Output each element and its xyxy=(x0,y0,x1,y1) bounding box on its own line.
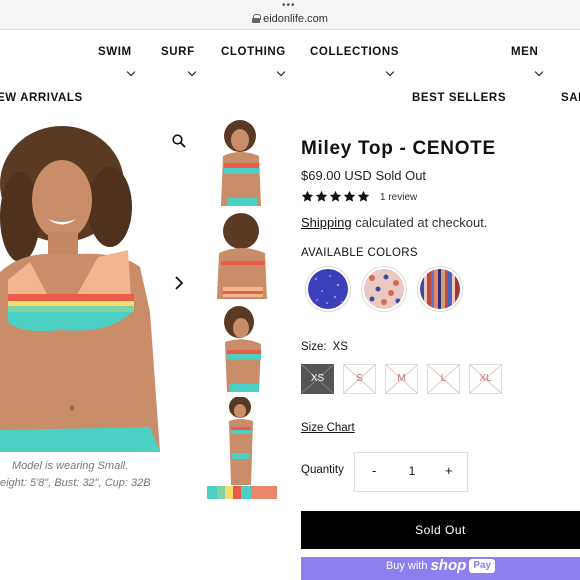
thumbnail-2[interactable] xyxy=(207,211,277,299)
swatch-image xyxy=(420,269,460,309)
size-option-label: L xyxy=(440,373,447,384)
nav-item-new-arrivals[interactable]: EW ARRIVALS xyxy=(0,92,83,104)
shipping-link[interactable]: Shipping xyxy=(301,215,352,230)
shop-pay-button[interactable]: Buy with shop Pay xyxy=(301,557,580,580)
shop-pay-badge: Pay xyxy=(469,558,496,573)
size-option-label: XL xyxy=(479,373,492,384)
product-price: $69.00 USD xyxy=(301,168,372,183)
model-caption-line2: eight: 5'8", Bust: 32", Cup: 32B xyxy=(0,477,151,489)
nav-item-clothing[interactable]: CLOTHING xyxy=(221,46,286,58)
size-chart-link[interactable]: Size Chart xyxy=(301,422,355,434)
star-icon xyxy=(329,190,342,202)
nav-item-best-sellers[interactable]: BEST SELLERS xyxy=(412,92,506,104)
thumbnail-3[interactable] xyxy=(207,304,277,392)
thumbnail-image xyxy=(207,486,277,499)
thumbnail-image xyxy=(207,118,277,206)
available-colors-label: AVAILABLE COLORS xyxy=(301,247,418,259)
more-dots-icon[interactable]: ••• xyxy=(282,1,296,11)
main-product-image[interactable] xyxy=(0,122,162,452)
shop-pay-logo: shop xyxy=(430,557,467,575)
rating-stars[interactable] xyxy=(301,190,370,206)
model-caption-line1: Model is wearing Small. xyxy=(12,460,129,472)
star-icon xyxy=(343,190,356,202)
thumbnail-image xyxy=(207,397,277,485)
quantity-stepper: - 1 + xyxy=(354,452,468,492)
shipping-note: Shipping calculated at checkout. xyxy=(301,215,487,230)
chevron-down-icon[interactable] xyxy=(187,67,197,77)
size-option-m[interactable]: M xyxy=(385,364,418,394)
size-option-s[interactable]: S xyxy=(343,364,376,394)
size-label: Size: XS xyxy=(301,341,348,353)
star-icon xyxy=(301,190,314,202)
color-swatch-blue[interactable] xyxy=(305,266,351,312)
color-swatch-stripe[interactable] xyxy=(417,266,463,312)
thumbnail-image xyxy=(207,211,277,299)
chevron-down-icon[interactable] xyxy=(534,67,544,77)
model-photo xyxy=(0,122,162,452)
sold-out-button[interactable]: Sold Out xyxy=(301,511,580,549)
product-title: Miley Top - CENOTE xyxy=(301,138,496,159)
size-option-xl[interactable]: XL xyxy=(469,364,502,394)
chevron-down-icon[interactable] xyxy=(276,67,286,77)
nav-item-men[interactable]: MEN xyxy=(511,46,538,58)
thumbnail-image xyxy=(207,304,277,392)
product-price-line: $69.00 USD Sold Out xyxy=(301,168,426,183)
nav-item-surf[interactable]: SURF xyxy=(161,46,195,58)
size-option-label: M xyxy=(397,373,406,384)
browser-bar: ••• eidonlife.com xyxy=(0,0,580,30)
nav-item-sale[interactable]: SAL xyxy=(561,92,580,104)
quantity-increase-button[interactable]: + xyxy=(445,463,453,478)
chevron-down-icon[interactable] xyxy=(126,67,136,77)
size-option-xs[interactable]: XS xyxy=(301,364,334,394)
size-option-label: XS xyxy=(310,373,325,384)
star-icon xyxy=(357,190,370,202)
star-icon xyxy=(315,190,328,202)
lock-icon xyxy=(252,14,262,23)
shipping-text: calculated at checkout. xyxy=(351,215,488,230)
size-option-label: S xyxy=(356,373,363,384)
quantity-label: Quantity xyxy=(301,464,344,476)
availability-status: Sold Out xyxy=(375,168,427,183)
thumbnail-5[interactable] xyxy=(207,486,277,499)
nav-item-collections[interactable]: COLLECTIONS xyxy=(310,46,399,58)
chevron-down-icon[interactable] xyxy=(385,67,395,77)
size-label-text: Size: xyxy=(301,341,327,353)
shop-pay-buy-text: Buy with xyxy=(385,559,428,572)
magnifier-icon[interactable] xyxy=(172,134,186,148)
review-count-link[interactable]: 1 review xyxy=(380,192,417,203)
chevron-right-icon[interactable] xyxy=(173,276,185,290)
url-text: eidonlife.com xyxy=(263,13,328,25)
swatch-image xyxy=(308,269,348,309)
thumbnail-4[interactable] xyxy=(207,397,277,485)
thumbnail-1[interactable] xyxy=(207,118,277,206)
color-swatch-floral[interactable] xyxy=(361,266,407,312)
size-option-l[interactable]: L xyxy=(427,364,460,394)
address-bar[interactable]: eidonlife.com xyxy=(0,13,580,25)
swatch-image xyxy=(364,269,404,309)
selected-size-value: XS xyxy=(332,341,348,353)
nav-item-swim[interactable]: SWIM xyxy=(98,46,132,58)
